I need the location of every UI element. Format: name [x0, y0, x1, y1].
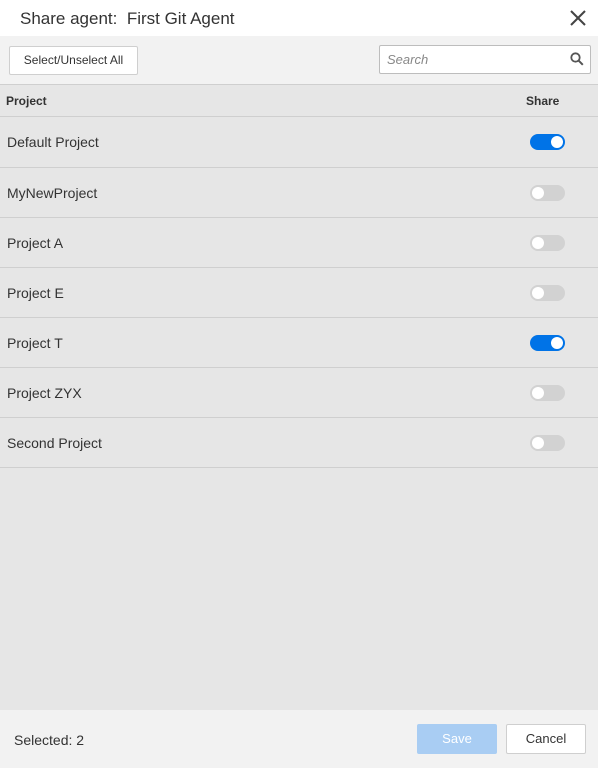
dialog-footer: Selected: 2 Save Cancel — [0, 710, 598, 768]
search-input[interactable] — [380, 46, 565, 73]
project-name: Project ZYX — [7, 385, 82, 401]
toggle-knob — [532, 387, 544, 399]
share-toggle[interactable] — [530, 235, 565, 251]
share-toggle[interactable] — [530, 335, 565, 351]
selected-count: Selected: 2 — [14, 732, 85, 748]
dialog-header: Share agent: First Git Agent — [0, 0, 598, 36]
table-row: Project ZYX — [0, 368, 598, 418]
column-header-share: Share — [526, 94, 560, 108]
toggle-knob — [551, 337, 563, 349]
agent-name: First Git Agent — [126, 9, 235, 28]
close-button[interactable] — [568, 8, 588, 28]
table-row: Second Project — [0, 418, 598, 468]
share-toggle[interactable] — [530, 435, 565, 451]
select-unselect-all-button[interactable]: Select/Unselect All — [9, 46, 138, 75]
table-row: Project A — [0, 218, 598, 268]
table-row: Project E — [0, 268, 598, 318]
toggle-knob — [532, 437, 544, 449]
toggle-knob — [532, 287, 544, 299]
column-header-project: Project — [6, 94, 47, 108]
share-toggle[interactable] — [530, 385, 565, 401]
toggle-knob — [551, 136, 563, 148]
share-toggle[interactable] — [530, 185, 565, 201]
share-agent-dialog: Share agent: First Git Agent Select/Unse… — [0, 0, 598, 768]
title-prefix: Share agent: — [20, 9, 118, 28]
toggle-knob — [532, 237, 544, 249]
project-list: Default Project MyNewProject Project A P… — [0, 117, 598, 468]
save-button[interactable]: Save — [417, 724, 497, 754]
toolbar: Select/Unselect All — [0, 36, 598, 85]
project-name: Project E — [7, 285, 64, 301]
project-name: Second Project — [7, 435, 102, 451]
share-toggle[interactable] — [530, 285, 565, 301]
project-name: MyNewProject — [7, 185, 98, 201]
toggle-knob — [532, 187, 544, 199]
search-box — [379, 45, 591, 74]
project-name: Project T — [7, 335, 63, 351]
table-row: Project T — [0, 318, 598, 368]
dialog-title: Share agent: First Git Agent — [20, 9, 235, 29]
table-row: Default Project — [0, 117, 598, 168]
cancel-button[interactable]: Cancel — [506, 724, 586, 754]
search-icon[interactable] — [570, 52, 584, 66]
close-icon[interactable] — [568, 8, 588, 28]
share-toggle[interactable] — [530, 134, 565, 150]
project-name: Default Project — [7, 134, 99, 150]
table-row: MyNewProject — [0, 168, 598, 218]
table-header: Project Share — [0, 86, 598, 117]
project-name: Project A — [7, 235, 64, 251]
